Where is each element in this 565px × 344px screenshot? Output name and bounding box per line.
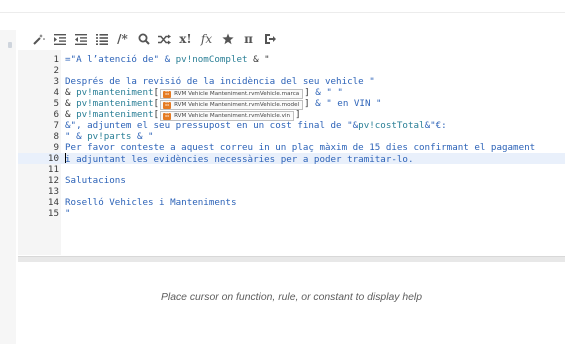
star-icon[interactable] (219, 30, 236, 48)
operator: & " (247, 54, 270, 65)
line-number: 2 (53, 65, 59, 76)
bracket: [ (153, 109, 160, 120)
variable-ref: pv!parts (87, 131, 132, 142)
operator: & (65, 87, 77, 98)
string-literal: &", adjuntem el seu pressupost en un cos… (65, 120, 359, 131)
top-divider (0, 12, 565, 13)
line-number: 13 (47, 186, 59, 197)
code-line[interactable]: 9 Per favor conteste a aquest correu in … (18, 142, 565, 153)
code-line[interactable]: 11 (18, 164, 565, 175)
left-panel-strip (0, 30, 16, 344)
field-path: RVM Vehicle Manteniment.rvmVehicle.model (174, 102, 300, 108)
indent-icon[interactable] (51, 30, 68, 48)
list-icon[interactable] (93, 30, 110, 48)
pi-label: π (244, 32, 253, 46)
line-number: 1 (53, 54, 59, 65)
code-line[interactable]: 4 & pv!manteniment[☷ RVM Vehicle Mantenim… (18, 87, 565, 99)
string-literal: Roselló Vehicles i Manteniments (65, 197, 237, 208)
line-number: 6 (53, 109, 59, 120)
insert-icon[interactable] (261, 30, 278, 48)
code-line[interactable]: 14 Roselló Vehicles i Manteniments (18, 197, 565, 208)
string-literal: ="A l’atenció de" & (65, 54, 176, 65)
field-icon: ☷ (163, 113, 172, 120)
line-number: 15 (47, 208, 59, 219)
string-literal: " & (65, 131, 88, 142)
factorial-button[interactable]: x! (177, 30, 194, 48)
line-number: 10 (47, 153, 59, 164)
shuffle-icon[interactable] (156, 30, 173, 48)
variable-ref: pv!costTotal (358, 120, 425, 131)
code-line[interactable]: 8 " & pv!parts & " (18, 131, 565, 142)
operator: & (65, 109, 77, 120)
code-line[interactable]: 7 &", adjuntem el seu pressupost en un c… (18, 120, 565, 131)
field-icon: ☷ (163, 102, 172, 109)
operator: & (65, 98, 77, 109)
line-number: 12 (47, 175, 59, 186)
line-number: 11 (47, 164, 59, 175)
field-icon: ☷ (163, 91, 172, 98)
bracket: [ (153, 98, 160, 109)
string-literal: & " en VIN " (309, 98, 382, 109)
string-literal: & " " (309, 87, 343, 98)
magic-wand-icon[interactable] (30, 30, 47, 48)
line-number: 9 (53, 142, 59, 153)
comment-label: /* (117, 32, 128, 46)
bracket: [ (153, 87, 160, 98)
string-literal: & " (131, 131, 154, 142)
function-button[interactable]: fx (198, 30, 215, 48)
field-path: RVM Vehicle Manteniment.rvmVehicle.vin (174, 113, 291, 119)
variable-ref: pv!manteniment (76, 98, 154, 109)
variable-ref: pv!manteniment (76, 87, 154, 98)
factorial-label: x! (179, 32, 192, 46)
string-literal: Després de la revisió de la incidència d… (65, 76, 375, 87)
function-label: fx (200, 32, 213, 46)
string-literal: Per favor conteste a aquest correu in un… (65, 142, 536, 153)
line-number: 8 (53, 131, 59, 142)
code-line[interactable]: 1 ="A l’atenció de" & pv!nomComplet & " (18, 54, 565, 65)
code-line[interactable]: 5 & pv!manteniment[☷ RVM Vehicle Mantenim… (18, 98, 565, 110)
code-line[interactable]: 6 & pv!manteniment[☷ RVM Vehicle Mantenim… (18, 109, 565, 121)
outdent-icon[interactable] (72, 30, 89, 48)
code-line[interactable]: 2 (18, 65, 565, 76)
bracket: ] (295, 109, 301, 120)
string-literal: " (65, 208, 71, 219)
line-number: 14 (47, 197, 59, 208)
code-line-active[interactable]: 10 i adjuntant les evidències necessàrie… (18, 153, 565, 165)
code-line[interactable]: 15 " (18, 208, 565, 219)
expression-toolbar: /* x! fx π (30, 30, 282, 48)
line-number: 5 (53, 98, 59, 109)
comment-button[interactable]: /* (114, 30, 131, 48)
variable-ref: pv!manteniment (76, 109, 154, 120)
code-line[interactable]: 13 (18, 186, 565, 197)
string-literal: &"€: (424, 120, 447, 131)
line-number: 7 (53, 120, 59, 131)
line-number: 3 (53, 76, 59, 87)
string-literal: Salutacions (65, 175, 126, 186)
help-panel: Place cursor on function, rule, or const… (18, 262, 565, 344)
pi-button[interactable]: π (240, 30, 257, 48)
variable-ref: pv!nomComplet (175, 54, 248, 65)
strip-marker (8, 42, 12, 48)
help-message: Place cursor on function, rule, or const… (160, 292, 423, 303)
search-icon[interactable] (135, 30, 152, 48)
field-path: RVM Vehicle Manteniment.rvmVehicle.marca (174, 91, 300, 97)
line-number: 4 (53, 87, 59, 98)
code-line[interactable]: 3 Després de la revisió de la incidència… (18, 76, 565, 87)
code-line[interactable]: 12 Salutacions (18, 175, 565, 186)
code-lines[interactable]: 1 ="A l’atenció de" & pv!nomComplet & " … (18, 54, 565, 219)
